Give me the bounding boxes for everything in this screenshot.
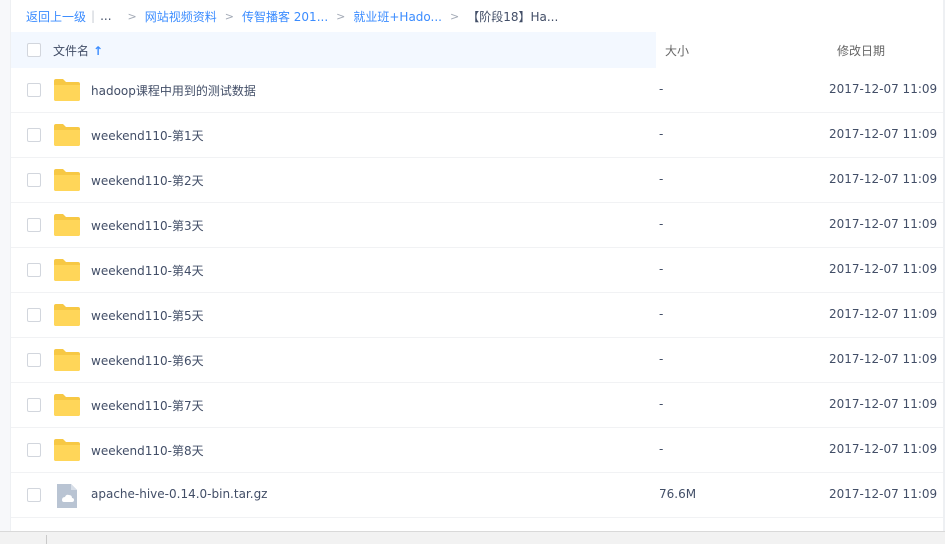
file-row[interactable]: weekend110-第5天 - 2017-12-07 11:09: [11, 293, 945, 338]
folder-icon: [53, 438, 81, 462]
file-name[interactable]: apache-hive-0.14.0-bin.tar.gz: [91, 487, 267, 501]
file-size: -: [659, 217, 664, 231]
file-date: 2017-12-07 11:09: [829, 442, 938, 456]
file-size: -: [659, 352, 664, 366]
select-all-checkbox[interactable]: [27, 43, 41, 57]
header-name-column[interactable]: 文件名 ↑: [11, 32, 656, 68]
file-row[interactable]: weekend110-第2天 - 2017-12-07 11:09: [11, 158, 945, 203]
file-date: 2017-12-07 11:09: [829, 127, 938, 141]
row-checkbox[interactable]: [27, 443, 41, 457]
breadcrumb-item-2[interactable]: 就业班+Hado...: [353, 8, 442, 25]
file-date: 2017-12-07 11:09: [829, 262, 938, 276]
file-name[interactable]: weekend110-第4天: [91, 262, 204, 279]
file-row[interactable]: weekend110-第7天 - 2017-12-07 11:09: [11, 383, 945, 428]
header-size-label[interactable]: 大小: [665, 42, 689, 59]
file-date: 2017-12-07 11:09: [829, 82, 938, 96]
file-name[interactable]: weekend110-第3天: [91, 217, 204, 234]
file-row[interactable]: weekend110-第6天 - 2017-12-07 11:09: [11, 338, 945, 383]
breadcrumb-ellipsis[interactable]: ...: [100, 9, 111, 23]
row-checkbox[interactable]: [27, 308, 41, 322]
folder-icon: [53, 393, 81, 417]
file-date: 2017-12-07 11:09: [829, 487, 938, 501]
folder-icon: [53, 78, 81, 102]
breadcrumb-item-0[interactable]: 网站视频资料: [145, 8, 217, 25]
file-name[interactable]: hadoop课程中用到的测试数据: [91, 82, 256, 99]
file-size: -: [659, 442, 664, 456]
row-checkbox[interactable]: [27, 353, 41, 367]
file-row[interactable]: weekend110-第4天 - 2017-12-07 11:09: [11, 248, 945, 293]
row-checkbox[interactable]: [27, 488, 41, 502]
file-row[interactable]: weekend110-第8天 - 2017-12-07 11:09: [11, 428, 945, 473]
header-date-label[interactable]: 修改日期: [837, 42, 885, 59]
file-name[interactable]: weekend110-第2天: [91, 172, 204, 189]
file-name[interactable]: weekend110-第1天: [91, 127, 204, 144]
folder-icon: [53, 348, 81, 372]
breadcrumb-separator: >: [336, 9, 346, 23]
row-checkbox[interactable]: [27, 128, 41, 142]
breadcrumb-separator: >: [449, 9, 460, 23]
file-date: 2017-12-07 11:09: [829, 217, 938, 231]
breadcrumb-divider: |: [91, 9, 96, 23]
status-bar: [0, 531, 945, 544]
file-size: 76.6M: [659, 487, 697, 501]
file-name[interactable]: weekend110-第7天: [91, 397, 204, 414]
file-name[interactable]: weekend110-第5天: [91, 307, 204, 324]
archive-file-icon: [53, 483, 81, 508]
file-size: -: [659, 307, 664, 321]
row-checkbox[interactable]: [27, 173, 41, 187]
folder-icon: [53, 123, 81, 147]
file-list-panel: 返回上一级 | ... > 网站视频资料 > 传智播客 201... > 就业班…: [11, 0, 945, 531]
file-date: 2017-12-07 11:09: [829, 307, 938, 321]
sort-ascending-icon: ↑: [93, 44, 104, 58]
file-row[interactable]: weekend110-第3天 - 2017-12-07 11:09: [11, 203, 945, 248]
file-date: 2017-12-07 11:09: [829, 397, 938, 411]
list-header: 文件名 ↑ 大小 修改日期: [11, 32, 945, 68]
file-size: -: [659, 172, 664, 186]
file-row[interactable]: weekend110-第1天 - 2017-12-07 11:09: [11, 113, 945, 158]
file-date: 2017-12-07 11:09: [829, 172, 938, 186]
file-date: 2017-12-07 11:09: [829, 352, 938, 366]
file-size: -: [659, 262, 664, 276]
file-size: -: [659, 82, 664, 96]
row-checkbox[interactable]: [27, 398, 41, 412]
breadcrumb-separator: >: [127, 9, 137, 23]
file-row[interactable]: hadoop课程中用到的测试数据 - 2017-12-07 11:09: [11, 68, 945, 113]
file-row[interactable]: apache-hive-0.14.0-bin.tar.gz 76.6M 2017…: [11, 473, 945, 518]
back-link[interactable]: 返回上一级: [26, 8, 86, 25]
file-name[interactable]: weekend110-第6天: [91, 352, 204, 369]
breadcrumb-current: 【阶段18】Ha...: [467, 9, 559, 24]
folder-icon: [53, 258, 81, 282]
row-checkbox[interactable]: [27, 263, 41, 277]
folder-icon: [53, 213, 81, 237]
breadcrumb: 返回上一级 | ... > 网站视频资料 > 传智播客 201... > 就业班…: [11, 0, 945, 32]
row-checkbox[interactable]: [27, 83, 41, 97]
file-name[interactable]: weekend110-第8天: [91, 442, 204, 459]
left-sidebar-edge: [0, 0, 11, 544]
file-size: -: [659, 127, 664, 141]
row-checkbox[interactable]: [27, 218, 41, 232]
file-size: -: [659, 397, 664, 411]
breadcrumb-separator: >: [224, 9, 234, 23]
file-rows: hadoop课程中用到的测试数据 - 2017-12-07 11:09 week…: [11, 68, 945, 518]
folder-icon: [53, 168, 81, 192]
folder-icon: [53, 303, 81, 327]
status-bar-divider: [46, 535, 47, 544]
breadcrumb-item-1[interactable]: 传智播客 201...: [242, 8, 328, 25]
header-name-label[interactable]: 文件名 ↑: [53, 42, 103, 59]
